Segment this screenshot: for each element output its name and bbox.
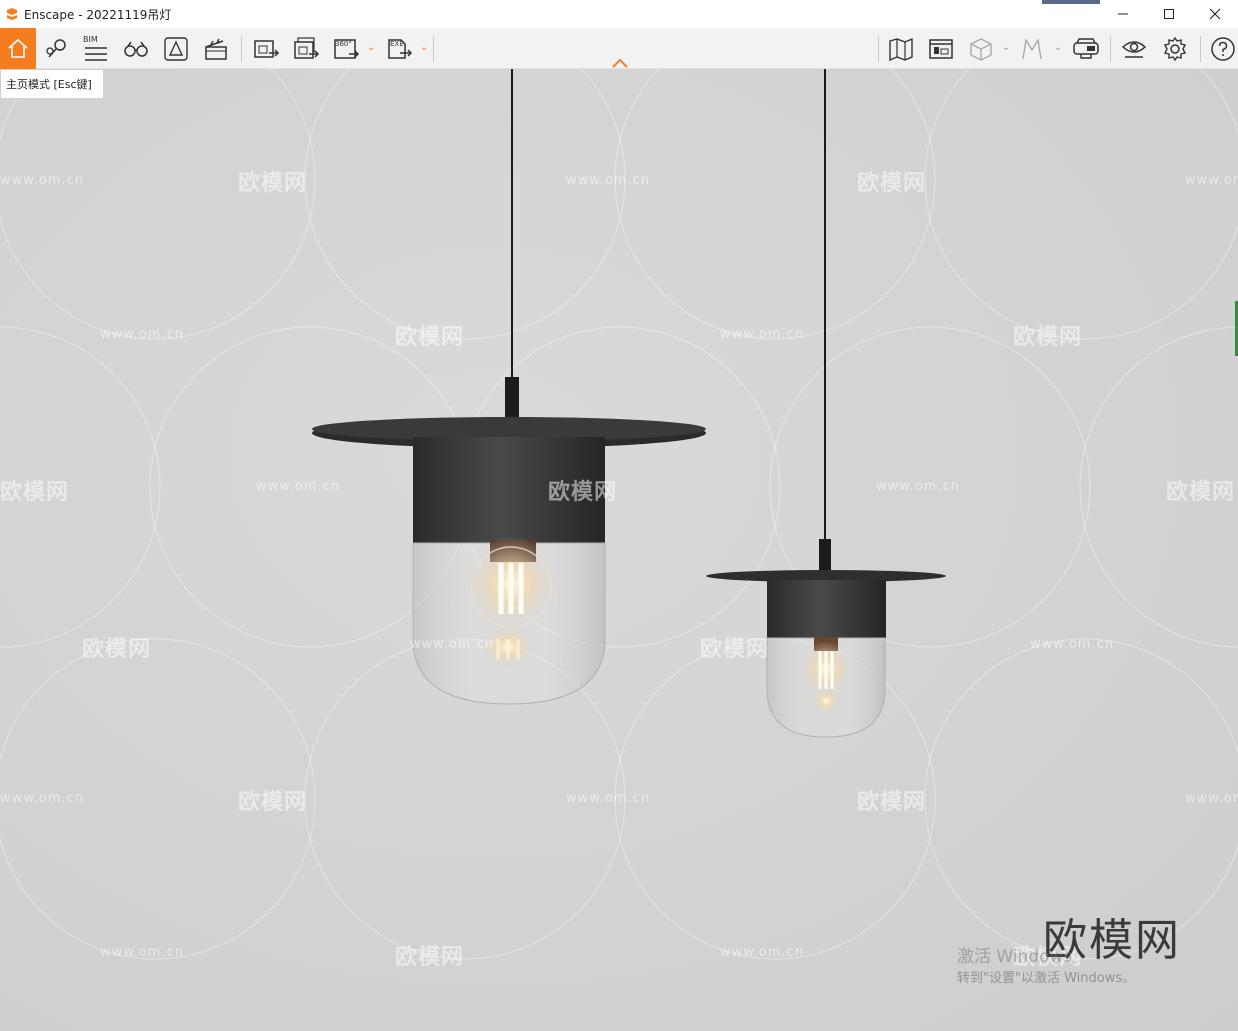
maximize-icon <box>1164 9 1174 19</box>
exe-dropdown-chevron-down-icon[interactable]: ⌄ <box>420 42 428 53</box>
scene-render <box>0 69 1238 960</box>
toolbar-separator <box>1200 36 1201 62</box>
toolbar-separator <box>878 36 879 62</box>
look-button[interactable] <box>120 28 152 69</box>
watermark-url: www.om.cn <box>876 479 960 494</box>
minimize-button[interactable] <box>1100 0 1146 28</box>
help-button[interactable] <box>1207 28 1238 69</box>
home-tooltip: 主页模式 [Esc键] <box>0 69 104 99</box>
watermark-brand: 欧模网 <box>0 480 70 505</box>
window-title: Enscape - 20221119吊灯 <box>24 7 172 22</box>
watermark-url: www.om.cn <box>1185 173 1238 188</box>
cube-button[interactable] <box>965 28 997 69</box>
eye-icon <box>1121 40 1147 58</box>
watermark-brand: 欧模网 <box>238 171 308 196</box>
watermark-url: www.om.cn <box>410 637 494 652</box>
tooltip-text: 主页模式 [Esc键] <box>6 78 92 91</box>
cube-icon <box>970 37 992 61</box>
render-button[interactable] <box>250 28 282 69</box>
toolbar-separator <box>433 36 434 62</box>
asset-library-button[interactable] <box>160 28 192 69</box>
panorama-label: 360° <box>335 40 352 48</box>
watermark-brand: 欧模网 <box>82 637 152 662</box>
close-button[interactable] <box>1192 0 1238 28</box>
close-icon <box>1209 8 1221 20</box>
watermark-url: www.om.cn <box>720 945 804 960</box>
toolbar-separator <box>1110 36 1111 62</box>
watermark-brand: 欧模网 <box>395 945 465 970</box>
video-button[interactable] <box>200 28 232 69</box>
map-button[interactable] <box>885 28 917 69</box>
render-viewport[interactable]: www.om.cn 欧模网 www.om.cn 欧模网 www.om.cn ww… <box>0 69 1238 1031</box>
watermark-brand: 欧模网 <box>395 325 465 350</box>
watermark-brand: 欧模网 <box>238 790 308 815</box>
watermark-brand: 欧模网 <box>1013 325 1083 350</box>
watermark-pattern <box>0 69 1238 960</box>
vr-button[interactable] <box>1070 28 1102 69</box>
bim-label: BIM <box>83 35 98 44</box>
map-icon <box>889 37 913 61</box>
gear-icon <box>1163 36 1187 61</box>
views-button[interactable] <box>40 28 72 69</box>
pendant-lamp-large <box>312 69 706 705</box>
activation-title: 激活 Windows <box>957 947 1073 967</box>
asset-library-icon <box>164 36 188 61</box>
watermark-url: www.om.cn <box>100 327 184 342</box>
toolbar-separator <box>241 36 242 62</box>
exe-export-button[interactable]: EXE <box>383 28 415 69</box>
watermark-brand: 欧模网 <box>1166 480 1236 505</box>
watermark-url: www.om.cn <box>1185 791 1238 806</box>
minimize-icon <box>1118 13 1128 15</box>
vr-headset-icon <box>1073 37 1099 59</box>
help-icon <box>1211 36 1235 61</box>
home-button[interactable] <box>0 28 36 69</box>
watermark-brand: 欧模网 <box>548 480 618 505</box>
enscape-logo-icon <box>4 6 20 22</box>
cube-dropdown-chevron-down-icon[interactable]: ⌄ <box>1002 42 1010 53</box>
collapse-toolbar-button[interactable] <box>611 54 629 68</box>
walk-dropdown-chevron-down-icon[interactable]: ⌄ <box>1054 42 1062 53</box>
visibility-button[interactable] <box>1118 28 1150 69</box>
settings-button[interactable] <box>1159 28 1191 69</box>
home-icon <box>8 38 28 58</box>
watermark-url: www.om.cn <box>100 945 184 960</box>
screenshot-export-icon <box>254 39 280 58</box>
titlebar-badge <box>1042 0 1100 4</box>
chevron-up-icon <box>612 58 628 68</box>
exe-label: EXE <box>390 40 404 48</box>
watermark-url: www.om.cn <box>720 327 804 342</box>
watermark-url: www.om.cn <box>566 173 650 188</box>
maximize-button[interactable] <box>1146 0 1192 28</box>
watermark-brand: 欧模网 <box>700 637 770 662</box>
watermark-url: www.om.cn <box>1030 637 1114 652</box>
presentation-button[interactable] <box>925 28 957 69</box>
title-bar: Enscape - 20221119吊灯 <box>0 0 1238 28</box>
activation-subtitle: 转到"设置"以激活 Windows。 <box>957 971 1136 986</box>
watermark-url: www.om.cn <box>256 479 340 494</box>
bim-button[interactable]: BIM <box>80 28 112 69</box>
location-pin-icon <box>46 38 66 57</box>
watermark-brand: 欧模网 <box>857 171 927 196</box>
watermark-url: www.om.cn <box>566 791 650 806</box>
clapperboard-icon <box>205 38 227 60</box>
panorama-button[interactable]: 360° <box>330 28 362 69</box>
watermark-url: www.om.cn <box>0 173 84 188</box>
batch-render-icon <box>294 36 320 59</box>
presentation-icon <box>929 38 953 59</box>
bim-icon <box>85 47 107 61</box>
watermark-url: www.om.cn <box>0 791 84 806</box>
binoculars-icon <box>124 41 148 57</box>
watermark-brand: 欧模网 <box>857 790 927 815</box>
panorama-dropdown-chevron-down-icon[interactable]: ⌄ <box>367 42 375 53</box>
walk-button[interactable] <box>1016 28 1048 69</box>
walk-icon <box>1022 37 1042 59</box>
batch-render-button[interactable] <box>290 28 322 69</box>
